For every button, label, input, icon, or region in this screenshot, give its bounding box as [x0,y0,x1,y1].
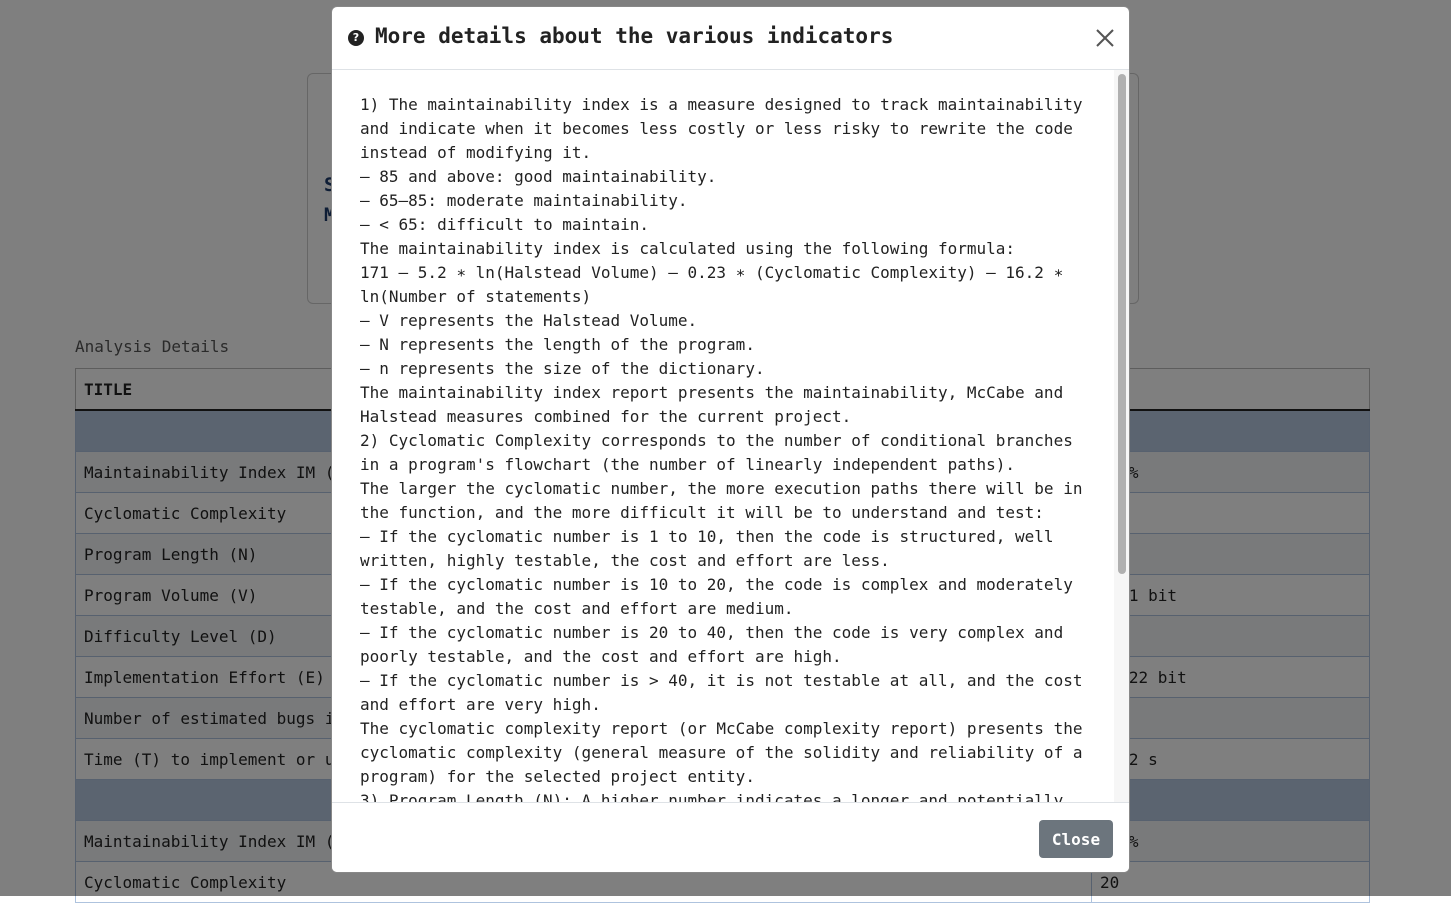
close-button[interactable]: Close [1039,820,1113,858]
modal-footer: Close [332,802,1129,872]
modal-scrollbar[interactable] [1114,70,1129,803]
indicators-description-text: 1) The maintainability index is a measur… [360,95,1083,803]
indicators-details-modal: ? More details about the various indicat… [331,6,1130,873]
question-circle-icon: ? [348,30,364,46]
modal-body[interactable]: 1) The maintainability index is a measur… [332,70,1114,803]
scrollbar-thumb[interactable] [1118,74,1126,574]
close-x-icon[interactable] [1092,25,1118,51]
modal-title: More details about the various indicator… [375,24,894,48]
modal-header: ? More details about the various indicat… [332,7,1129,70]
